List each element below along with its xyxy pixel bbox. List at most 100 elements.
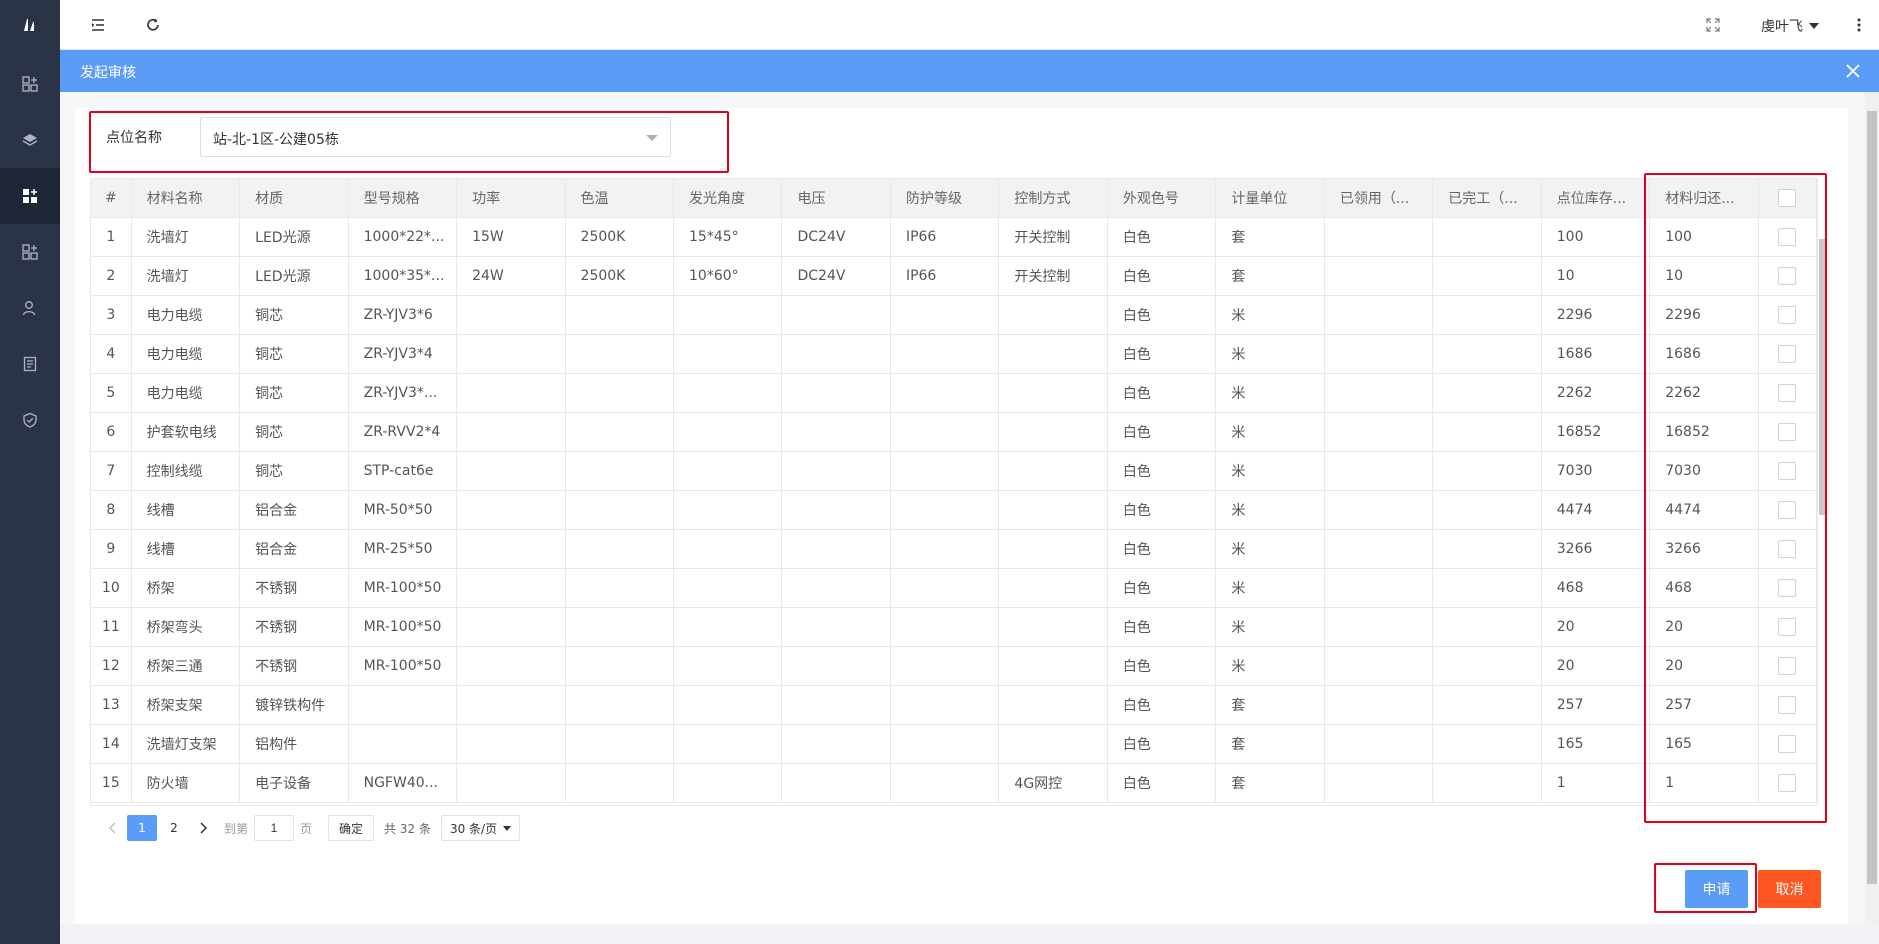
table-cell: 2 — [91, 256, 132, 296]
table-cell: 洗墙灯支架 — [131, 724, 241, 764]
table-cell — [673, 334, 783, 374]
table-cell: 护套软电线 — [131, 412, 241, 452]
table-cell — [1432, 685, 1542, 725]
table-cell — [890, 451, 1000, 491]
table-cell: 468 — [1541, 568, 1651, 608]
table-cell — [565, 490, 675, 530]
table-cell — [890, 412, 1000, 452]
table-cell: 铜芯 — [239, 412, 349, 452]
table-cell: 控制线缆 — [131, 451, 241, 491]
table-cell — [1432, 412, 1542, 452]
table-cell: DC24V — [781, 256, 891, 296]
page-2-button[interactable]: 2 — [159, 815, 189, 841]
more-button[interactable] — [1849, 15, 1869, 35]
page-1-button[interactable]: 1 — [127, 815, 157, 841]
table-cell: 15W — [456, 217, 566, 257]
goto-suffix: 页 — [300, 821, 313, 836]
table-cell: 铜芯 — [239, 451, 349, 491]
table-cell — [565, 334, 675, 374]
table-cell — [781, 373, 891, 413]
table-cell: 铜芯 — [239, 334, 349, 374]
chevron-left-icon — [108, 822, 116, 834]
sidebar-item-7[interactable] — [0, 392, 60, 448]
table-cell: 电力电缆 — [131, 295, 241, 335]
table-cell: DC24V — [781, 217, 891, 257]
table-cell: 4G网控 — [998, 763, 1108, 803]
table-row: 8 线槽 铝合金 MR-50*50 白色米 4474 4474 — [91, 490, 1818, 530]
column-header: 电压 — [781, 179, 891, 218]
user-menu[interactable]: 虔叶飞 — [1761, 16, 1819, 36]
table-cell: 10 — [1541, 256, 1651, 296]
table-cell — [890, 568, 1000, 608]
table-cell — [565, 685, 675, 725]
table-cell: 白色 — [1107, 685, 1217, 725]
table-cell: STP-cat6e — [348, 451, 458, 491]
column-header: 已领用（... — [1324, 179, 1434, 218]
sidebar-item-5[interactable] — [0, 280, 60, 336]
table-cell — [456, 412, 566, 452]
table-cell — [456, 490, 566, 530]
sidebar-item-1[interactable] — [0, 56, 60, 112]
modal-header: 发起审核 — [60, 50, 1879, 92]
table-cell: MR-25*50 — [348, 529, 458, 569]
prev-page-button[interactable] — [98, 815, 126, 841]
table-cell: 6 — [91, 412, 132, 452]
goto-confirm-button[interactable]: 确定 — [328, 815, 375, 841]
close-icon[interactable] — [1845, 63, 1861, 79]
apps-icon — [23, 189, 37, 203]
table-cell: LED光源 — [239, 217, 349, 257]
table-cell: 铜芯 — [239, 295, 349, 335]
table-cell — [565, 763, 675, 803]
menu-fold-button[interactable] — [88, 15, 108, 35]
table-cell — [456, 334, 566, 374]
table-cell — [456, 763, 566, 803]
table-cell — [456, 646, 566, 686]
table-cell: 米 — [1215, 412, 1325, 452]
table-row: 11 桥架弯头 不锈钢 MR-100*50 白色米 20 20 — [91, 607, 1818, 647]
table-cell: 洗墙灯 — [131, 217, 241, 257]
table-row: 15 防火墙 电子设备 NGFW40... 4G网控 白色套 1 1 — [91, 763, 1818, 803]
table-cell: 白色 — [1107, 412, 1217, 452]
table-cell — [998, 412, 1108, 452]
logo[interactable] — [0, 0, 60, 50]
more-vertical-icon — [1857, 18, 1861, 32]
next-page-button[interactable] — [190, 815, 218, 841]
sidebar-item-2[interactable] — [0, 112, 60, 168]
table-cell: 12 — [91, 646, 132, 686]
table-cell — [781, 763, 891, 803]
page-size-select[interactable]: 30 条/页 — [440, 815, 521, 841]
table-cell: 铝构件 — [239, 724, 349, 764]
sidebar-item-4[interactable] — [0, 224, 60, 280]
table-cell: 10 — [91, 568, 132, 608]
table-cell — [1324, 373, 1434, 413]
modal-scrollbar-thumb[interactable] — [1867, 111, 1877, 884]
table-cell — [1324, 724, 1434, 764]
layers-icon — [22, 134, 38, 146]
table-cell: 165 — [1541, 724, 1651, 764]
table-cell — [456, 568, 566, 608]
table-cell — [890, 490, 1000, 530]
column-header: 控制方式 — [998, 179, 1108, 218]
table-cell: 9 — [91, 529, 132, 569]
table-row: 3 电力电缆 铜芯 ZR-YJV3*6 白色米 2296 2296 — [91, 295, 1818, 335]
table-cell: 铜芯 — [239, 373, 349, 413]
sidebar-item-6[interactable] — [0, 336, 60, 392]
goto-page-input[interactable] — [254, 815, 295, 841]
table-cell — [1324, 490, 1434, 530]
table-row: 4 电力电缆 铜芯 ZR-YJV3*4 白色米 1686 1686 — [91, 334, 1818, 374]
fullscreen-button[interactable] — [1703, 15, 1723, 35]
table-cell: 镀锌铁构件 — [239, 685, 349, 725]
cancel-button[interactable]: 取消 — [1758, 870, 1821, 908]
table-cell — [456, 685, 566, 725]
materials-table-grid: # 材料名称 材质 型号规格 功率 色温 发光角度 电压 防护等级 控制方式 外观色号 计量单位 已领用… — [91, 179, 1818, 803]
document-icon — [23, 356, 37, 372]
table-cell — [1324, 256, 1434, 296]
sidebar-item-3[interactable] — [0, 168, 60, 224]
materials-table: # 材料名称 材质 型号规格 功率 色温 发光角度 电压 防护等级 控制方式 外观色号 计量单位 已领用… — [90, 178, 1825, 806]
column-header: 色温 — [565, 179, 675, 218]
table-cell: 15 — [91, 763, 132, 803]
goto-prefix: 到第 — [224, 821, 249, 836]
highlight-box-return-column — [1644, 173, 1827, 823]
table-cell — [673, 373, 783, 413]
refresh-button[interactable] — [143, 15, 163, 35]
